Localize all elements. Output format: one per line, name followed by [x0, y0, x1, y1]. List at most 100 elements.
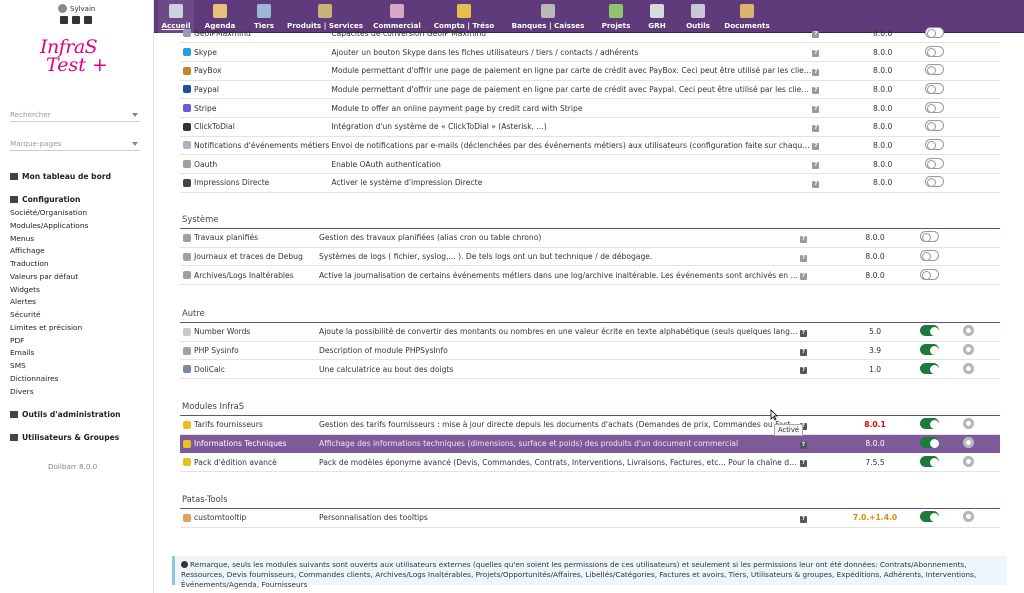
config-menu-item[interactable]: Limites et précision: [10, 322, 88, 335]
module-toggle[interactable]: [920, 344, 939, 356]
config-menu-item[interactable]: Société/Organisation: [10, 207, 88, 220]
module-description: Une calculatrice au bout des doigts: [317, 359, 800, 380]
menu-admin-tools[interactable]: Outils d'administration: [10, 410, 121, 419]
module-settings-cell: [964, 24, 1000, 44]
config-menu-item[interactable]: Affichage: [10, 245, 88, 258]
module-toggle-cell: [924, 117, 965, 137]
module-toggle[interactable]: [920, 418, 939, 430]
config-menu-item[interactable]: Modules/Applications: [10, 220, 88, 233]
help-icon[interactable]: ?: [800, 441, 807, 449]
module-name-cell: Skype: [180, 42, 330, 62]
module-help-cell: ?: [800, 508, 830, 528]
module-row: ClickToDial Intégration d'un système de «…: [180, 117, 1000, 137]
help-icon[interactable]: ?: [812, 50, 820, 58]
help-icon[interactable]: ?: [800, 460, 807, 468]
module-toggle[interactable]: [924, 101, 944, 113]
module-toggle[interactable]: [920, 362, 939, 374]
menu-users-groups[interactable]: Utilisateurs & Groupes: [10, 433, 119, 442]
section-title-systeme: Système: [182, 214, 219, 224]
module-name: PHP Sysinfo: [194, 346, 239, 356]
menu-configuration[interactable]: Configuration: [10, 195, 80, 204]
module-name-cell: Archives/Logs Inaltérables: [180, 265, 317, 286]
config-menu-item[interactable]: Dictionnaires: [10, 373, 88, 386]
config-menu-item[interactable]: Traduction: [10, 258, 88, 271]
help-icon[interactable]: ?: [800, 329, 807, 337]
config-menu-item[interactable]: Sécurité: [10, 309, 88, 322]
module-icon: [183, 104, 191, 113]
menu-users-groups-label: Utilisateurs & Groupes: [22, 433, 120, 442]
module-toggle-cell: [920, 228, 962, 248]
module-toggle[interactable]: [924, 120, 944, 132]
bookmarks-select[interactable]: Marque-pages: [10, 137, 140, 151]
help-icon[interactable]: ?: [800, 348, 807, 356]
help-icon[interactable]: ?: [812, 124, 820, 132]
help-icon[interactable]: ?: [812, 162, 820, 170]
gear-icon[interactable]: [962, 454, 975, 468]
module-settings-cell: [962, 434, 1000, 454]
users-icon: [10, 434, 18, 441]
module-toggle[interactable]: [920, 325, 939, 337]
module-icon: [183, 327, 191, 336]
help-icon[interactable]: ?: [800, 273, 807, 281]
module-toggle-cell: [920, 508, 962, 528]
app-version: Dolibarr 8.0.0: [48, 462, 98, 471]
config-menu-item[interactable]: SMS: [10, 360, 88, 373]
module-toggle[interactable]: [924, 176, 944, 188]
help-icon[interactable]: ?: [812, 87, 820, 95]
user-link[interactable]: Sylvain: [58, 4, 108, 13]
module-toggle[interactable]: [924, 45, 944, 57]
help-icon[interactable]: ?: [800, 235, 807, 243]
module-toggle[interactable]: [920, 268, 939, 280]
gear-icon[interactable]: [962, 343, 975, 357]
module-toggle[interactable]: [924, 26, 944, 38]
menu-dashboard[interactable]: Mon tableau de bord: [10, 172, 111, 181]
config-menu-item[interactable]: PDF: [10, 335, 88, 348]
search-select[interactable]: Rechercher: [10, 108, 140, 122]
config-menu-item[interactable]: Widgets: [10, 284, 88, 297]
company-logo[interactable]: InfraS Test +: [40, 38, 130, 88]
help-icon[interactable]: ?: [812, 180, 820, 188]
avatar: [58, 4, 67, 13]
module-toggle[interactable]: [924, 157, 944, 169]
help-icon[interactable]: ?: [800, 254, 807, 262]
gear-icon[interactable]: [962, 361, 975, 375]
module-toggle[interactable]: [920, 250, 939, 262]
config-menu-item[interactable]: Valeurs par défaut: [10, 271, 88, 284]
gear-icon[interactable]: [962, 510, 975, 524]
module-toggle[interactable]: [924, 64, 944, 76]
config-menu-item[interactable]: Menus: [10, 233, 88, 246]
module-settings-cell: [962, 228, 1000, 248]
modules-table-systeme: Travaux planifiés Gestion des travaux pla…: [180, 228, 1000, 286]
module-name-cell: Notifications d'événements métiers: [180, 136, 330, 156]
help-icon[interactable]: ?: [812, 106, 820, 114]
gear-icon[interactable]: [962, 436, 975, 450]
help-icon[interactable]: ?: [800, 515, 807, 523]
logout-icon[interactable]: [84, 16, 92, 24]
help-icon[interactable]: ?: [812, 143, 820, 151]
logo-line2: Test +: [46, 54, 108, 76]
module-help-cell: ?: [800, 247, 830, 267]
module-toggle[interactable]: [920, 231, 939, 243]
module-toggle[interactable]: [920, 437, 939, 449]
config-menu-item[interactable]: Divers: [10, 386, 88, 399]
config-menu-item[interactable]: Emails: [10, 347, 88, 360]
module-toggle-cell: [920, 452, 962, 473]
module-toggle[interactable]: [924, 82, 944, 94]
config-menu-item[interactable]: Alertes: [10, 296, 88, 309]
help-icon[interactable]: ?: [812, 31, 820, 39]
help-icon[interactable]: ?: [800, 367, 807, 375]
module-toggle[interactable]: [920, 511, 939, 523]
print-icon[interactable]: [72, 16, 80, 24]
section-title-infras: Modules InfraS: [182, 401, 245, 411]
module-toggle[interactable]: [920, 455, 939, 467]
module-row: Oauth Enable OAuth authentication? 8.0.0: [180, 154, 1000, 174]
module-version: 8.0.0: [830, 247, 920, 267]
help-icon[interactable]: ?: [812, 68, 820, 76]
gear-icon[interactable]: [962, 324, 975, 338]
module-icon: [183, 346, 191, 355]
gear-icon[interactable]: [962, 417, 975, 431]
module-toggle[interactable]: [924, 138, 944, 150]
module-version: 8.0.0: [830, 265, 920, 286]
home-icon[interactable]: [60, 16, 68, 24]
module-description: Ajoute la possibilité de convertir des m…: [317, 322, 800, 342]
